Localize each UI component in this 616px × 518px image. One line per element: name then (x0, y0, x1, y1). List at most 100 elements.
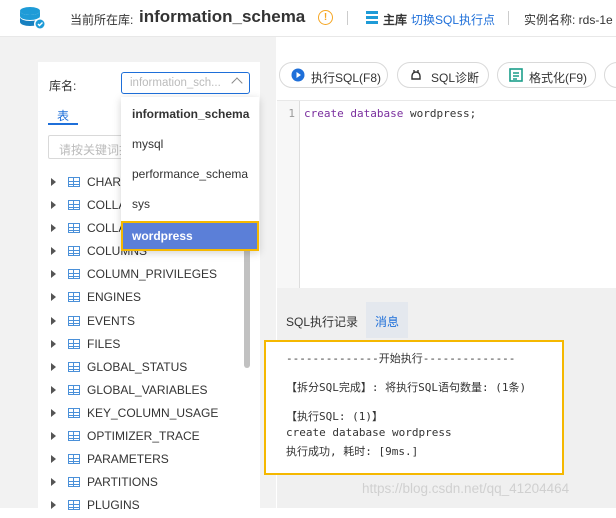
table-icon (68, 431, 80, 442)
database-logo-icon (20, 7, 46, 30)
sql-diagnose-label: SQL诊断 (431, 71, 480, 85)
expand-arrow-icon[interactable] (51, 339, 56, 348)
result-line: 【执行SQL: (1)】 (286, 410, 383, 423)
expand-arrow-icon[interactable] (51, 455, 56, 464)
dropdown-option[interactable]: mysql (121, 129, 259, 159)
execute-sql-label: 执行SQL(F8) (311, 71, 382, 85)
database-dropdown-menu: information_schema mysql performance_sch… (121, 97, 259, 251)
tab-messages[interactable]: 消息 (366, 302, 408, 338)
tab-sql-history[interactable]: SQL执行记录 (286, 313, 358, 330)
dropdown-option[interactable]: information_schema (121, 99, 259, 129)
tree-item-label: OPTIMIZER_TRACE (87, 429, 200, 444)
tree-item-label: PARTITIONS (87, 475, 158, 490)
format-icon (509, 68, 523, 82)
result-line: 【拆分SQL完成】: 将执行SQL语句数量: (1条) (286, 381, 527, 394)
tree-scrollbar[interactable] (244, 232, 250, 368)
expand-arrow-icon[interactable] (51, 362, 56, 371)
dropdown-option-label: information_schema (132, 107, 250, 121)
expand-arrow-icon[interactable] (51, 224, 56, 233)
dropdown-option[interactable]: performance_schema (121, 159, 259, 189)
header-divider (508, 11, 509, 25)
tree-item-label: ENGINES (87, 290, 142, 305)
tree-item-label: KEY_COLUMN_USAGE (87, 405, 219, 420)
table-icon (68, 500, 80, 511)
sql-editor[interactable]: 1 create database wordpress; (277, 100, 616, 289)
instance-name-label: 实例名称: rds-1e (524, 13, 613, 27)
sql-diagnose-button[interactable]: SQL诊断 (397, 62, 489, 88)
tree-item[interactable]: FILES (48, 334, 244, 357)
tree-item-label: PLUGINS (87, 498, 140, 513)
table-icon (68, 200, 80, 211)
format-button[interactable]: 格式化(F9) (497, 62, 596, 88)
expand-arrow-icon[interactable] (51, 293, 56, 302)
table-icon (68, 177, 80, 187)
expand-arrow-icon[interactable] (51, 316, 56, 325)
info-icon[interactable]: ! (318, 10, 333, 25)
line-number-gutter: 1 (277, 101, 300, 289)
main-db-label: 主库 (383, 13, 408, 27)
database-label: 库名: (49, 79, 77, 93)
tree-item[interactable]: EVENTS (48, 311, 244, 334)
tree-item-label: CHAR (87, 175, 122, 189)
tree-item[interactable]: PARAMETERS (48, 449, 244, 472)
table-icon (68, 454, 80, 465)
table-icon (68, 246, 80, 257)
tree-item-label: GLOBAL_VARIABLES (87, 382, 208, 397)
table-icon (68, 269, 80, 280)
dropdown-option[interactable]: sys (121, 189, 259, 219)
sql-keyword: create (304, 107, 344, 120)
expand-arrow-icon[interactable] (51, 270, 56, 279)
table-icon (68, 223, 80, 234)
play-icon (291, 68, 305, 82)
expand-arrow-icon[interactable] (51, 247, 56, 256)
table-icon (68, 315, 80, 326)
database-select[interactable]: information_sch... (121, 72, 250, 94)
current-db-label: 当前所在库: (70, 13, 134, 27)
tree-item[interactable]: ENGINES (48, 287, 244, 310)
dropdown-option-selected[interactable]: wordpress (121, 221, 259, 251)
dropdown-option-label: sys (132, 197, 150, 211)
tree-item-label: COLUMN_PRIVILEGES (87, 267, 218, 282)
toolbar-button-overflow[interactable] (604, 62, 616, 88)
expand-arrow-icon[interactable] (51, 478, 56, 487)
table-icon (68, 338, 80, 349)
execute-sql-button[interactable]: 执行SQL(F8) (279, 62, 388, 88)
current-db-name: information_schema (139, 7, 306, 26)
dropdown-option-label: mysql (132, 137, 164, 151)
search-input[interactable]: 请按关键词搜 (48, 135, 131, 159)
expand-arrow-icon[interactable] (51, 385, 56, 394)
dropdown-option-label: wordpress (132, 229, 193, 243)
database-select-value: information_sch... (130, 77, 221, 89)
expand-arrow-icon[interactable] (51, 201, 56, 210)
list-icon (366, 11, 378, 24)
switch-sql-node-link[interactable]: 切换SQL执行点 (411, 11, 495, 28)
expand-arrow-icon[interactable] (51, 432, 56, 441)
tree-item[interactable]: OPTIMIZER_TRACE (48, 426, 244, 449)
result-messages-box: --------------开始执行-------------- 【拆分SQL完… (264, 340, 564, 475)
tree-item-label: EVENTS (87, 313, 136, 328)
format-label: 格式化(F9) (529, 71, 587, 85)
tree-item[interactable]: GLOBAL_STATUS (48, 357, 244, 380)
header-divider (347, 11, 348, 25)
watermark-text: https://blog.csdn.net/qq_41204464 (362, 481, 570, 496)
line-number: 1 (288, 107, 295, 120)
expand-arrow-icon[interactable] (51, 408, 56, 417)
tree-item[interactable]: COLUMN_PRIVILEGES (48, 264, 244, 287)
tree-item[interactable]: GLOBAL_VARIABLES (48, 380, 244, 403)
table-icon (68, 384, 80, 395)
tree-item[interactable]: PLUGINS (48, 495, 244, 518)
diagnose-icon (411, 70, 421, 80)
result-line: --------------开始执行-------------- (286, 352, 516, 365)
tree-item[interactable]: KEY_COLUMN_USAGE (48, 403, 244, 426)
tab-messages-label: 消息 (375, 315, 400, 329)
top-bar: 当前所在库: information_schema ! 主库 切换SQL执行点 … (0, 0, 616, 37)
tree-item[interactable]: PARTITIONS (48, 472, 244, 495)
tab-tables[interactable]: 表 (57, 107, 69, 124)
table-icon (68, 361, 80, 372)
dropdown-option-label: performance_schema (132, 167, 249, 181)
result-line: create database wordpress (286, 426, 452, 439)
expand-arrow-icon[interactable] (51, 501, 56, 510)
expand-arrow-icon[interactable] (51, 178, 56, 186)
sql-code-line[interactable]: create database wordpress; (304, 107, 476, 120)
tree-item-label: PARAMETERS (87, 452, 169, 467)
